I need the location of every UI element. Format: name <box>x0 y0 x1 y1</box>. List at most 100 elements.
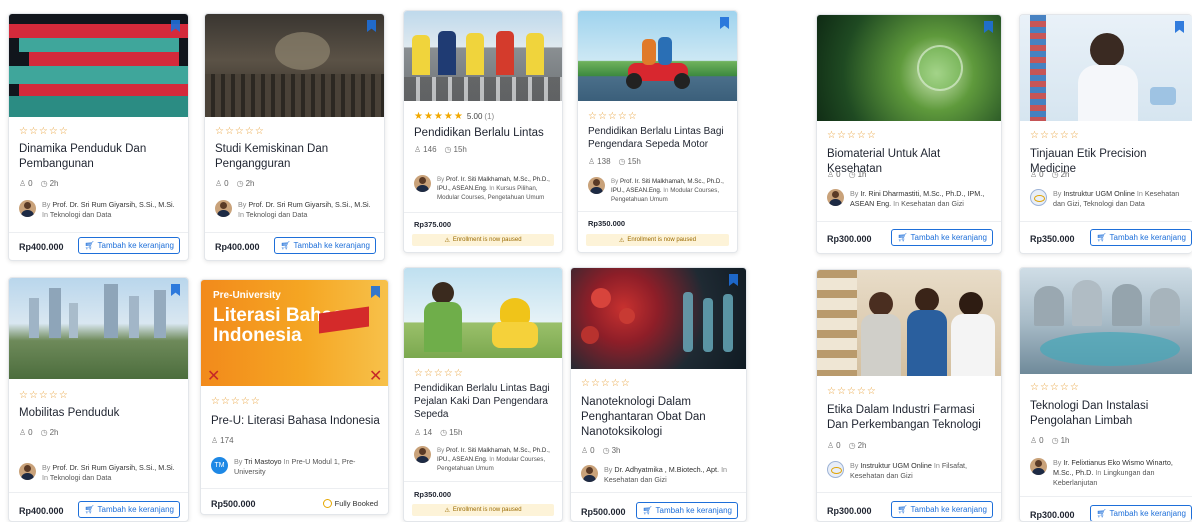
course-thumbnail[interactable] <box>9 278 188 379</box>
add-to-cart-button[interactable]: 🛒︎ Tambah ke keranjang <box>891 229 993 246</box>
course-title[interactable]: Pendidikan Berlalu Lintas <box>414 126 554 141</box>
rating-stars: ☆☆☆☆☆ <box>19 126 69 137</box>
course-author: By Instruktur UGM Online In Filsafat, Ke… <box>827 461 993 481</box>
add-to-cart-button[interactable]: 🛒︎ Tambah ke keranjang <box>891 501 993 518</box>
course-author: By Dr. Adhyatmika , M.Biotech., Apt. In … <box>581 465 738 485</box>
instructor-name[interactable]: Prof. Dr. Sri Rum Giyarsih, S.Si., M.Si. <box>248 200 370 209</box>
course-card[interactable]: ☆☆☆☆☆ Studi Kemiskinan Dan Pengangguran … <box>204 13 385 261</box>
add-to-cart-button[interactable]: 🛒︎ Tambah ke keranjang <box>636 502 738 519</box>
course-card[interactable]: ☆☆☆☆☆ Etika Dalam Industri Farmasi Dan P… <box>816 269 1002 522</box>
instructor-name[interactable]: Tri Mastoyo <box>244 457 281 466</box>
course-thumbnail[interactable] <box>571 268 746 369</box>
course-category[interactable]: Kesehatan dan Gizi <box>901 199 964 208</box>
divider <box>1020 496 1192 497</box>
clock-icon: ◷ <box>440 428 448 437</box>
instructor-name[interactable]: Instruktur UGM Online <box>860 461 932 470</box>
rating-count: (1) <box>484 112 495 121</box>
course-title[interactable]: Pre-U: Literasi Bahasa Indonesia <box>211 414 380 429</box>
course-card[interactable]: ☆☆☆☆☆ Biomaterial Untuk Alat Kesehatan ♙… <box>816 14 1002 254</box>
user-icon: ♙ <box>827 441 835 450</box>
avatar <box>414 446 431 463</box>
rating-stars: ☆☆☆☆☆ <box>215 126 265 137</box>
course-title[interactable]: Etika Dalam Industri Farmasi Dan Perkemb… <box>827 403 993 433</box>
course-author: By Prof. Dr. Sri Rum Giyarsih, S.Si., M.… <box>19 200 180 220</box>
course-thumbnail[interactable] <box>9 14 188 117</box>
clock-icon: ◷ <box>848 441 856 450</box>
rating-stars: ☆☆☆☆☆ <box>581 378 631 389</box>
add-to-cart-button[interactable]: 🛒︎ Tambah ke keranjang <box>78 237 180 254</box>
course-thumbnail[interactable] <box>1020 15 1192 121</box>
clock-icon: ◷ <box>444 145 452 154</box>
course-thumbnail[interactable] <box>817 15 1001 121</box>
course-title[interactable]: Mobilitas Penduduk <box>19 406 180 421</box>
course-card[interactable]: ☆☆☆☆☆ Pendidikan Berlalu Lintas Bagi Pej… <box>403 267 563 522</box>
course-meta: ♙ 0 ◷ 2h <box>1030 170 1070 179</box>
course-title[interactable]: Pendidikan Berlalu Lintas Bagi Pejalan K… <box>414 382 554 421</box>
add-to-cart-button[interactable]: 🛒︎ Tambah ke keranjang <box>274 237 376 254</box>
rating-stars: ☆☆☆☆☆ <box>414 368 464 379</box>
course-card[interactable]: ☆☆☆☆☆ Dinamika Penduduk Dan Pembangunan … <box>8 13 189 261</box>
course-card[interactable]: ★★★★★ 5.00 (1) Pendidikan Berlalu Lintas ♙… <box>403 10 563 253</box>
warning-icon: ⚠ <box>444 507 450 514</box>
course-price: Rp350.000 <box>1030 234 1075 244</box>
warning-icon: ⚠ <box>444 237 450 244</box>
course-card[interactable]: Pre-University Literasi Bahasa Indonesia… <box>200 279 389 515</box>
course-thumbnail[interactable] <box>404 11 562 101</box>
divider <box>9 492 188 493</box>
course-thumbnail[interactable] <box>205 14 384 117</box>
instructor-name[interactable]: Prof. Dr. Sri Rum Giyarsih, S.Si., M.Si. <box>52 200 174 209</box>
course-category[interactable]: Teknologi dan Data <box>50 473 112 482</box>
user-icon: ♙ <box>1030 170 1038 179</box>
banner-label: Pre-University <box>213 290 281 301</box>
course-thumbnail[interactable] <box>404 268 562 358</box>
course-card[interactable]: ☆☆☆☆☆ Mobilitas Penduduk ♙ 0 ◷ 2h By Prof.… <box>8 277 189 522</box>
instructor-name[interactable]: Instruktur UGM Online <box>1063 189 1135 198</box>
course-title[interactable]: Studi Kemiskinan Dan Pengangguran <box>215 142 376 172</box>
course-price: Rp300.000 <box>827 506 872 516</box>
warning-icon: ⚠ <box>618 237 625 244</box>
add-to-cart-button[interactable]: 🛒︎ Tambah ke keranjang <box>1090 505 1192 521</box>
cart-icon: 🛒︎ <box>1096 509 1107 518</box>
enrollment-paused-notice: ⚠ Enrollment is now paused <box>412 234 554 246</box>
course-meta: ♙ 0 ◷ 1h <box>1030 436 1070 445</box>
course-card[interactable]: ☆☆☆☆☆ Nanoteknologi Dalam Penghantaran O… <box>570 267 747 522</box>
course-thumbnail[interactable] <box>1020 268 1192 374</box>
rating-stars: ★★★★★ 5.00 (1) <box>414 111 495 122</box>
course-title[interactable]: Nanoteknologi Dalam Penghantaran Obat Da… <box>581 395 738 440</box>
clock-icon: ◷ <box>1051 170 1059 179</box>
instructor-name[interactable]: Dr. Adhyatmika , M.Biotech., Apt. <box>614 465 719 474</box>
cart-icon: 🛒︎ <box>897 233 908 242</box>
course-meta: ♙ 0 ◷ 2h <box>215 179 255 188</box>
instructor-name[interactable]: Prof. Dr. Sri Rum Giyarsih, S.Si., M.Si. <box>52 463 174 472</box>
cart-icon: 🛒︎ <box>84 241 95 250</box>
course-price: Rp300.000 <box>1030 510 1075 520</box>
course-title[interactable]: Pendidikan Berlalu Lintas Bagi Pengendar… <box>588 125 729 151</box>
course-price: Rp500.000 <box>581 507 626 517</box>
add-to-cart-button[interactable]: 🛒︎ Tambah ke keranjang <box>78 501 180 518</box>
course-card[interactable]: ☆☆☆☆☆ Pendidikan Berlalu Lintas Bagi Pen… <box>577 10 738 253</box>
course-thumbnail[interactable] <box>578 11 737 101</box>
course-author: By Prof. Dr. Sri Rum Giyarsih, S.Si., M.… <box>215 200 376 220</box>
course-title[interactable]: Dinamika Penduduk Dan Pembangunan <box>19 142 180 172</box>
divider <box>201 488 388 489</box>
course-category[interactable]: Teknologi dan Data <box>50 210 112 219</box>
fully-booked-status: Fully Booked <box>322 499 378 508</box>
course-card[interactable]: ☆☆☆☆☆ Tinjauan Etik Precision Medicine ♙… <box>1019 14 1192 254</box>
course-category[interactable]: Kesehatan dan Gizi <box>604 475 667 484</box>
course-meta: ♙ 174 <box>211 436 234 445</box>
cart-icon: 🛒︎ <box>280 241 291 250</box>
course-price: Rp400.000 <box>215 242 260 252</box>
course-thumbnail[interactable] <box>817 270 1001 376</box>
avatar <box>581 465 598 482</box>
course-card[interactable]: ☆☆☆☆☆ Teknologi Dan Instalasi Pengolahan… <box>1019 267 1192 522</box>
course-title[interactable]: Teknologi Dan Instalasi Pengolahan Limba… <box>1030 399 1184 429</box>
rating-stars: ☆☆☆☆☆ <box>19 390 69 401</box>
user-icon: ♙ <box>215 179 223 188</box>
clock-icon: ◷ <box>236 179 244 188</box>
enrollment-paused-notice: ⚠ Enrollment is now paused <box>586 234 729 246</box>
course-thumbnail[interactable]: Pre-University Literasi Bahasa Indonesia… <box>201 280 388 386</box>
course-category[interactable]: Teknologi dan Data <box>246 210 308 219</box>
add-to-cart-button[interactable]: 🛒︎ Tambah ke keranjang <box>1090 229 1192 246</box>
divider <box>817 221 1001 222</box>
user-icon: ♙ <box>19 179 27 188</box>
